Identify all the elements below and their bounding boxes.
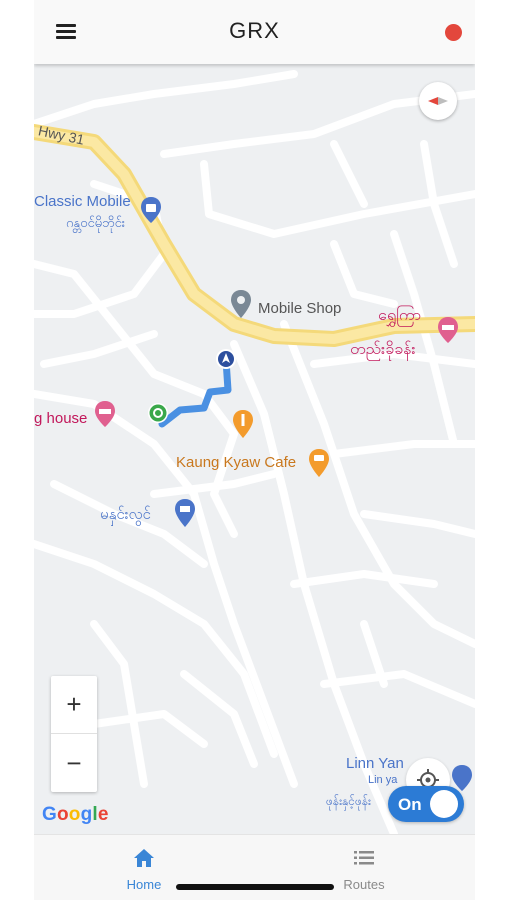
poi-label: Mobile Shop bbox=[258, 300, 342, 317]
app-screen: GRX Hwy 31 Classic Mobile ဂန္တဝင်မိုဘိုင… bbox=[34, 0, 475, 900]
compass-icon bbox=[428, 97, 448, 105]
zoom-in-button[interactable]: + bbox=[51, 676, 97, 734]
shopping-cart-icon[interactable] bbox=[174, 498, 196, 528]
vehicle-marker-icon[interactable] bbox=[147, 402, 169, 424]
map-roads bbox=[34, 70, 475, 834]
app-title: GRX bbox=[229, 18, 280, 43]
poi-label: Lin ya bbox=[368, 774, 398, 786]
status-indicator bbox=[445, 24, 462, 41]
poi-label: ရွှေကြာ bbox=[378, 307, 422, 324]
home-indicator bbox=[176, 884, 334, 890]
hotel-icon[interactable] bbox=[94, 400, 116, 428]
destination-marker-icon[interactable] bbox=[215, 348, 237, 370]
map-view[interactable]: Hwy 31 Classic Mobile ဂန္တဝင်မိုဘိုင်း M… bbox=[34, 64, 475, 834]
app-bar: GRX bbox=[34, 0, 475, 64]
list-icon bbox=[354, 851, 374, 865]
poi-label: တည်းခိုခန်း bbox=[350, 341, 416, 358]
poi-label: မနှင်းလွင် bbox=[100, 506, 151, 523]
zoom-out-button[interactable]: − bbox=[51, 734, 97, 792]
poi-label: ဖုန်းနှင့်ဖုန်း bbox=[326, 794, 372, 808]
poi-label: ဂန္တဝင်မိုဘိုင်း bbox=[66, 215, 126, 230]
google-logo: Google bbox=[42, 804, 109, 825]
compass-button[interactable] bbox=[419, 82, 457, 120]
toggle-label: On bbox=[398, 795, 422, 814]
hotel-icon[interactable] bbox=[437, 316, 459, 344]
restaurant-icon[interactable] bbox=[232, 409, 254, 439]
shopping-bag-icon[interactable] bbox=[140, 196, 162, 224]
map-pin-icon[interactable] bbox=[230, 289, 252, 319]
poi-label: g house bbox=[34, 410, 88, 427]
online-toggle[interactable]: On bbox=[388, 786, 464, 822]
poi-label: Classic Mobile bbox=[34, 193, 131, 210]
poi-label: Kaung Kyaw Cafe bbox=[176, 454, 297, 471]
home-icon bbox=[134, 849, 154, 867]
zoom-controls: + − bbox=[51, 676, 97, 792]
cafe-icon[interactable] bbox=[308, 448, 330, 478]
toggle-knob bbox=[430, 790, 458, 818]
poi-label: Linn Yan bbox=[346, 755, 404, 772]
bottom-navigation: Home Routes bbox=[34, 834, 475, 900]
